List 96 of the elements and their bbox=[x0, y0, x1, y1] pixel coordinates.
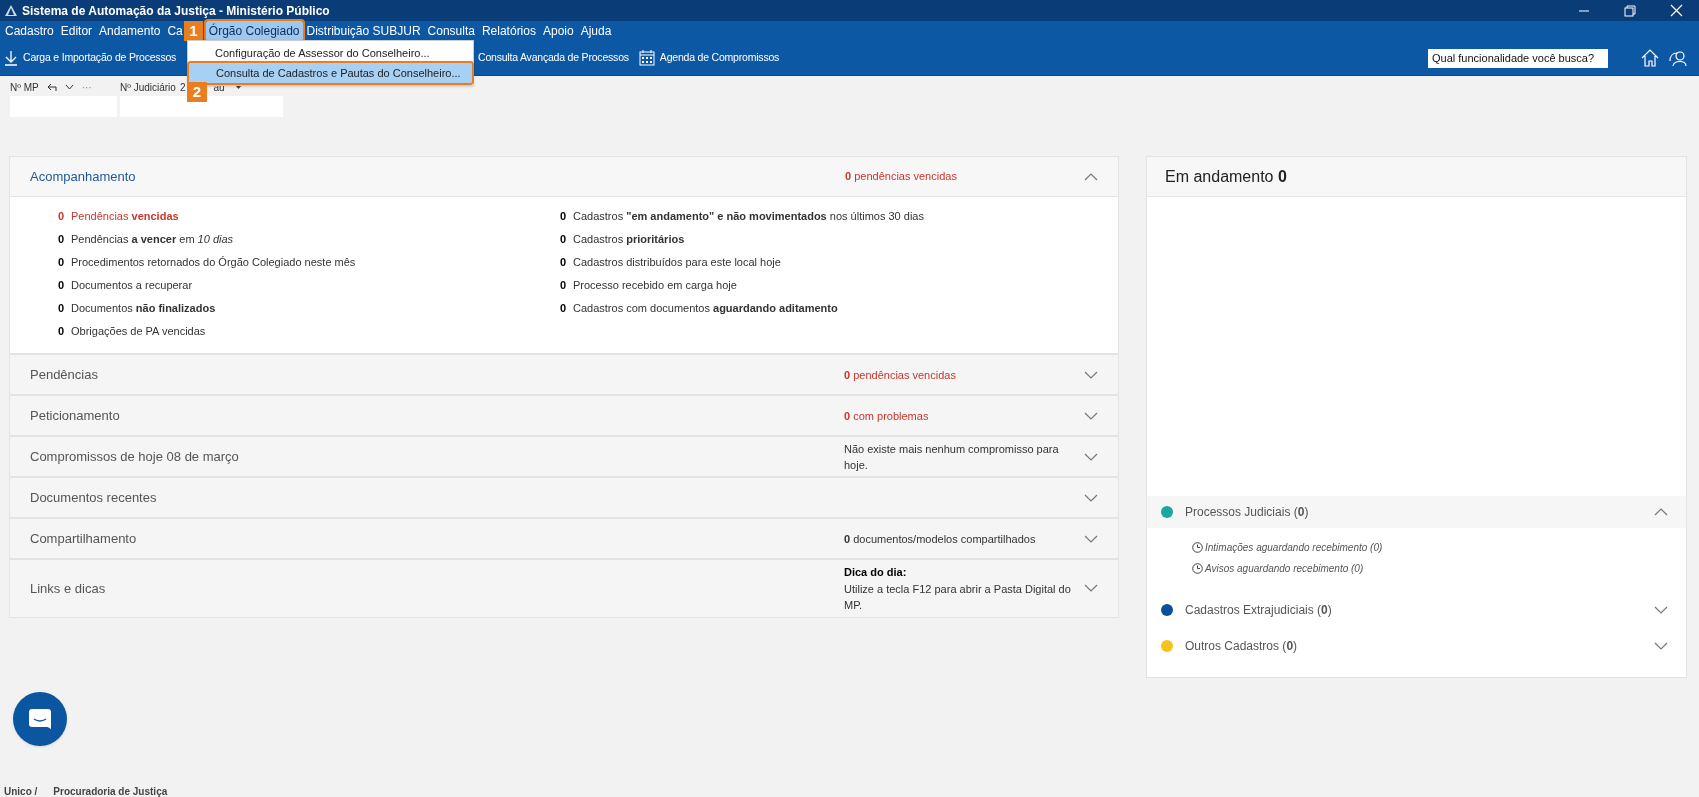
app-logo-icon bbox=[4, 4, 18, 17]
menu-item[interactable]: Relatórios bbox=[478, 21, 539, 41]
clock-icon bbox=[1192, 563, 1203, 574]
count-text: 0 bbox=[58, 255, 66, 271]
section-title[interactable]: Pendências bbox=[30, 364, 844, 385]
status-text: Unico / bbox=[4, 785, 38, 797]
chevron-down-icon[interactable] bbox=[1084, 584, 1098, 593]
download-icon bbox=[4, 50, 18, 66]
section-title[interactable]: Compartilhamento bbox=[30, 528, 844, 549]
item-text: Cadastros prioritários bbox=[573, 232, 685, 248]
section-title[interactable]: Compromissos de hoje 08 de março bbox=[30, 446, 844, 467]
count-text: 0 bbox=[560, 301, 568, 317]
count-text: 0 bbox=[58, 301, 66, 317]
menu-item[interactable]: Editor bbox=[57, 21, 96, 41]
chevron-down-icon[interactable] bbox=[64, 84, 74, 90]
menu-item[interactable]: Consulta bbox=[424, 21, 478, 41]
field-label: Nº MP bbox=[10, 80, 39, 95]
search-field[interactable]: Qual funcionalidade você busca? bbox=[1428, 48, 1608, 68]
menu-item[interactable]: Andamento bbox=[96, 21, 164, 41]
count-text: 0 bbox=[560, 232, 568, 248]
menu-item[interactable]: Configuração de Assessor do Conselheiro... bbox=[188, 43, 473, 63]
item-text: Procedimentos retornados do Órgão Colegiado neste mês bbox=[71, 255, 356, 271]
undo-icon[interactable] bbox=[46, 83, 57, 91]
window-title: Sistema de Automação da Justiça - Ministério Público bbox=[22, 2, 330, 20]
chevron-up-icon[interactable] bbox=[1084, 172, 1098, 181]
menu-item[interactable]: Órgão Colegiado bbox=[205, 21, 303, 41]
step-badge: 2 bbox=[187, 82, 207, 102]
summary-text: 0 pendências vencidas bbox=[845, 169, 957, 185]
item-text: Cadastros distribuídos para este local hoje bbox=[573, 255, 781, 271]
toolbar-button[interactable]: Agenda de Compromissos bbox=[638, 50, 780, 66]
chevron-down-icon[interactable] bbox=[1084, 452, 1098, 461]
calendar-icon bbox=[638, 50, 655, 66]
item-text: Pendências a vencer em 10 dias bbox=[71, 232, 234, 248]
menu-item[interactable]: Cadastro bbox=[2, 21, 57, 41]
collapsed-section[interactable]: Peticionamento 0 com problemas bbox=[9, 395, 1119, 436]
restore-icon[interactable] bbox=[1624, 4, 1636, 17]
judicial-number-field[interactable] bbox=[120, 96, 283, 117]
category-label: Processos Judiciais (0) bbox=[1185, 504, 1309, 521]
item-text: Cadastros com documentos aguardando aditamento bbox=[573, 301, 838, 317]
chevron-down-icon[interactable] bbox=[1084, 370, 1098, 379]
step-badge: 1 bbox=[183, 21, 203, 41]
count-text: 0 bbox=[58, 324, 66, 340]
category-label: Cadastros Extrajudiciais (0) bbox=[1185, 602, 1332, 619]
menu-item[interactable]: Consulta de Cadastros e Pautas do Conselheiro... bbox=[189, 63, 472, 83]
item-text: Processo recebido em carga hoje bbox=[573, 278, 737, 294]
item-text: Pendências vencidas bbox=[71, 209, 179, 225]
item-text: Obrigações de PA vencidas bbox=[71, 324, 206, 340]
field-label: Nº Judiciário bbox=[120, 80, 176, 95]
chevron-down-icon[interactable] bbox=[1654, 642, 1668, 650]
chevron-up-icon[interactable] bbox=[1654, 508, 1668, 516]
home-icon[interactable] bbox=[1641, 49, 1659, 67]
user-icon[interactable] bbox=[1669, 49, 1687, 67]
summary-text: 0 documentos/modelos compartilhados bbox=[844, 531, 1037, 547]
section-title[interactable]: Links e dicas bbox=[30, 578, 844, 598]
summary-text: 0 com problemas bbox=[844, 408, 930, 424]
collapsed-section[interactable]: Documentos recentes bbox=[9, 477, 1119, 518]
collapsed-section[interactable]: Compromissos de hoje 08 de março Não existe mais nenhum compromisso para hoje. bbox=[9, 436, 1119, 477]
menu-item[interactable]: Distribuição SUBJUR bbox=[303, 21, 424, 41]
panel-title: Em andamento 0 bbox=[1165, 166, 1287, 187]
count-text: 0 bbox=[560, 209, 568, 225]
chevron-down-icon[interactable] bbox=[1084, 534, 1098, 543]
grade-select-text[interactable]: 2 bbox=[179, 79, 186, 95]
summary-text: 0 pendências vencidas bbox=[844, 367, 957, 383]
summary-text: Utilize a tecla F12 para abrir a Pasta Digital do MP. bbox=[844, 581, 1072, 613]
close-icon[interactable] bbox=[1670, 4, 1683, 17]
count-text: 0 bbox=[58, 232, 66, 248]
status-text: Procuradoria de Justiça bbox=[53, 785, 168, 797]
chevron-down-icon[interactable] bbox=[1084, 411, 1098, 420]
summary-text: Não existe mais nenhum compromisso para hoje. bbox=[844, 441, 1060, 473]
item-text: Documentos a recuperar bbox=[71, 278, 193, 294]
section-title[interactable]: Documentos recentes bbox=[30, 487, 844, 508]
toolbar-button[interactable]: Consulta Avançada de Processos bbox=[478, 50, 629, 66]
count-text: 0 bbox=[58, 278, 66, 294]
count-text: 0 bbox=[560, 255, 568, 271]
toolbar-button[interactable]: Carga e Importação de Processos bbox=[4, 50, 177, 66]
category-label: Outros Cadastros (0) bbox=[1185, 638, 1298, 655]
section-title[interactable]: Peticionamento bbox=[30, 405, 844, 426]
count-text: 0 bbox=[560, 278, 568, 294]
item-text: Cadastros "em andamento" e não movimentados nos últimos 30 dias bbox=[573, 209, 924, 225]
menu-item[interactable]: Apoio bbox=[539, 21, 577, 41]
chevron-down-icon[interactable] bbox=[1084, 493, 1098, 502]
notice-text[interactable]: Avisos aguardando recebimento (0) bbox=[1205, 561, 1364, 576]
collapsed-section[interactable]: Links e dicas Dica do dia: Utilize a tecla F12 para abrir a Pasta Digital do MP. bbox=[9, 559, 1119, 618]
clock-icon bbox=[1192, 542, 1203, 553]
chat-icon bbox=[28, 708, 52, 730]
chat-button[interactable] bbox=[13, 692, 67, 746]
section-title[interactable]: Acompanhamento bbox=[30, 166, 845, 187]
menu-item[interactable]: Ca bbox=[164, 21, 186, 41]
notice-text[interactable]: Intimações aguardando recebimento (0) bbox=[1205, 540, 1383, 555]
menu-item[interactable]: Ajuda bbox=[577, 21, 615, 41]
item-text: Documentos não finalizados bbox=[71, 301, 216, 317]
chevron-down-icon[interactable] bbox=[1654, 606, 1668, 614]
count-text: 0 bbox=[58, 209, 66, 225]
collapsed-section[interactable]: Compartilhamento 0 documentos/modelos compartilhados bbox=[9, 518, 1119, 559]
collapsed-section[interactable]: Pendências 0 pendências vencidas bbox=[9, 354, 1119, 395]
tip-title: Dica do dia: bbox=[844, 565, 908, 580]
